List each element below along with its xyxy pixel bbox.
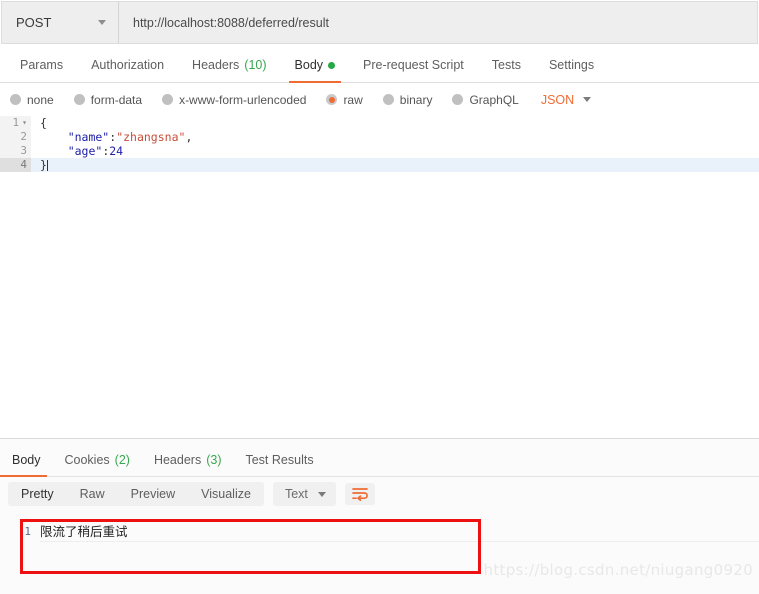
body-type-radio-x-www-form-urlencoded[interactable]: x-www-form-urlencoded xyxy=(162,93,306,107)
request-body-editor[interactable]: 1 ▾{2 "name":"zhangsna", 3 "age":24 4} xyxy=(0,116,759,412)
request-tab-label: Tests xyxy=(491,58,521,72)
editor-line-text: "name":"zhangsna", xyxy=(31,130,193,144)
editor-line-text: } xyxy=(31,158,48,172)
response-tab-label: Headers xyxy=(153,453,202,467)
text-cursor xyxy=(46,160,48,171)
response-content-type-select[interactable]: Text xyxy=(272,482,336,506)
radio-icon xyxy=(452,94,464,105)
code-fold-icon[interactable]: ▾ xyxy=(22,119,27,127)
response-content-type-label: Text xyxy=(284,487,308,501)
word-wrap-button[interactable] xyxy=(344,483,375,505)
body-type-radio-raw[interactable]: raw xyxy=(326,92,363,107)
radio-icon xyxy=(10,94,21,105)
response-tab-label: Test Results xyxy=(245,453,314,467)
response-format-pretty[interactable]: Pretty xyxy=(8,482,67,506)
line-number-value: 4 xyxy=(20,158,27,171)
code-token: , xyxy=(185,130,193,144)
body-present-indicator-icon xyxy=(328,61,336,69)
editor-line-number: 2 xyxy=(0,130,31,144)
editor-line-text: { xyxy=(31,116,47,130)
body-format-select[interactable]: JSON xyxy=(540,92,592,107)
line-number-value: 2 xyxy=(20,130,27,143)
code-token: "age" xyxy=(40,144,103,158)
response-tab-bar: Body Cookies (2) Headers (3) Test Results xyxy=(0,439,759,477)
body-type-label: form-data xyxy=(90,92,143,107)
editor-line[interactable]: 1 ▾ { xyxy=(0,116,759,130)
editor-line[interactable]: 3 "age":24 xyxy=(0,144,759,158)
request-tab-body[interactable]: Body xyxy=(281,58,350,83)
line-number-value: 3 xyxy=(20,144,27,157)
body-type-label: raw xyxy=(343,92,363,107)
response-tab-headers[interactable]: Headers (3) xyxy=(142,453,234,476)
body-type-label: none xyxy=(27,92,54,107)
code-token: } xyxy=(40,158,47,172)
response-tab-count: (3) xyxy=(206,453,222,467)
response-tab-cookies[interactable]: Cookies (2) xyxy=(53,453,142,476)
editor-line[interactable]: 4} xyxy=(0,158,759,172)
body-type-radio-graphql[interactable]: GraphQL xyxy=(452,92,519,107)
request-url-input[interactable]: http://localhost:8088/deferred/result xyxy=(119,2,757,43)
chevron-down-icon xyxy=(98,20,106,25)
chevron-down-icon xyxy=(583,97,592,102)
response-body-line: 1 限流了稍后重试 xyxy=(0,523,759,542)
line-number-value: 1 xyxy=(12,116,20,129)
http-method-select[interactable]: POST xyxy=(2,2,119,43)
request-tab-label: Params xyxy=(20,58,64,72)
request-tab-count: (10) xyxy=(244,58,267,72)
response-line-number: 1 xyxy=(24,525,31,538)
response-tab-label: Body xyxy=(12,453,41,467)
response-toolbar: Pretty Raw Preview Visualize Text xyxy=(0,477,759,511)
chevron-down-icon xyxy=(317,491,326,497)
response-tab-body[interactable]: Body xyxy=(0,453,53,477)
response-format-tabs: Pretty Raw Preview Visualize xyxy=(8,482,264,506)
body-type-radio-none[interactable]: none xyxy=(10,93,54,107)
response-body-viewer[interactable]: 1 限流了稍后重试 xyxy=(0,511,759,542)
radio-icon xyxy=(382,94,394,105)
editor-line-text: "age":24 xyxy=(31,144,123,158)
request-tab-label: Pre-request Script xyxy=(363,58,464,72)
request-tab-params[interactable]: Params xyxy=(6,58,77,82)
request-tab-headers[interactable]: Headers (10) xyxy=(178,58,280,82)
body-type-label: GraphQL xyxy=(469,92,519,107)
body-type-label: x-www-form-urlencoded xyxy=(179,92,307,107)
http-method-label: POST xyxy=(16,15,52,30)
body-format-label: JSON xyxy=(540,92,575,107)
watermark-text: https://blog.csdn.net/niugang0920 xyxy=(483,561,753,579)
response-tab-label: Cookies xyxy=(64,453,110,467)
editor-empty-area xyxy=(0,172,759,412)
request-tab-tests[interactable]: Tests xyxy=(478,58,535,82)
editor-line-number: 4 xyxy=(0,158,31,172)
editor-line-number: 3 xyxy=(0,144,31,158)
code-token: "name" xyxy=(40,130,110,144)
editor-line[interactable]: 2 "name":"zhangsna", xyxy=(0,130,759,144)
radio-icon xyxy=(73,94,85,105)
editor-line-number: 1 ▾ xyxy=(0,116,31,130)
body-type-row: none form-data x-www-form-urlencoded raw bin… xyxy=(0,83,759,116)
request-tab-settings[interactable]: Settings xyxy=(535,58,608,82)
radio-icon xyxy=(326,94,338,105)
response-tab-count: (2) xyxy=(114,453,130,467)
radio-icon xyxy=(162,94,174,105)
body-type-label: binary xyxy=(399,92,433,107)
code-token: "zhangsna" xyxy=(116,130,186,144)
code-token: 24 xyxy=(109,144,124,158)
word-wrap-icon xyxy=(352,488,368,501)
request-tab-pre-request-script[interactable]: Pre-request Script xyxy=(349,58,478,82)
request-tab-authorization[interactable]: Authorization xyxy=(77,58,178,82)
body-type-radio-form-data[interactable]: form-data xyxy=(73,92,143,107)
request-tab-label: Authorization xyxy=(91,58,165,72)
request-url-bar: POST http://localhost:8088/deferred/resu… xyxy=(1,1,758,44)
request-tab-label: Settings xyxy=(548,58,595,72)
request-tab-label: Headers xyxy=(192,58,240,72)
response-format-visualize[interactable]: Visualize xyxy=(188,482,264,506)
request-tab-bar: Params Authorization Headers (10) Body Pre-re… xyxy=(0,44,759,83)
response-tab-test-results[interactable]: Test Results xyxy=(233,453,325,476)
response-format-preview[interactable]: Preview xyxy=(117,482,189,506)
response-format-raw[interactable]: Raw xyxy=(66,482,118,506)
code-token: { xyxy=(40,116,47,130)
response-line-text: 限流了稍后重试 xyxy=(40,523,759,542)
request-tab-label: Body xyxy=(294,58,324,72)
body-type-radio-binary[interactable]: binary xyxy=(382,92,433,107)
